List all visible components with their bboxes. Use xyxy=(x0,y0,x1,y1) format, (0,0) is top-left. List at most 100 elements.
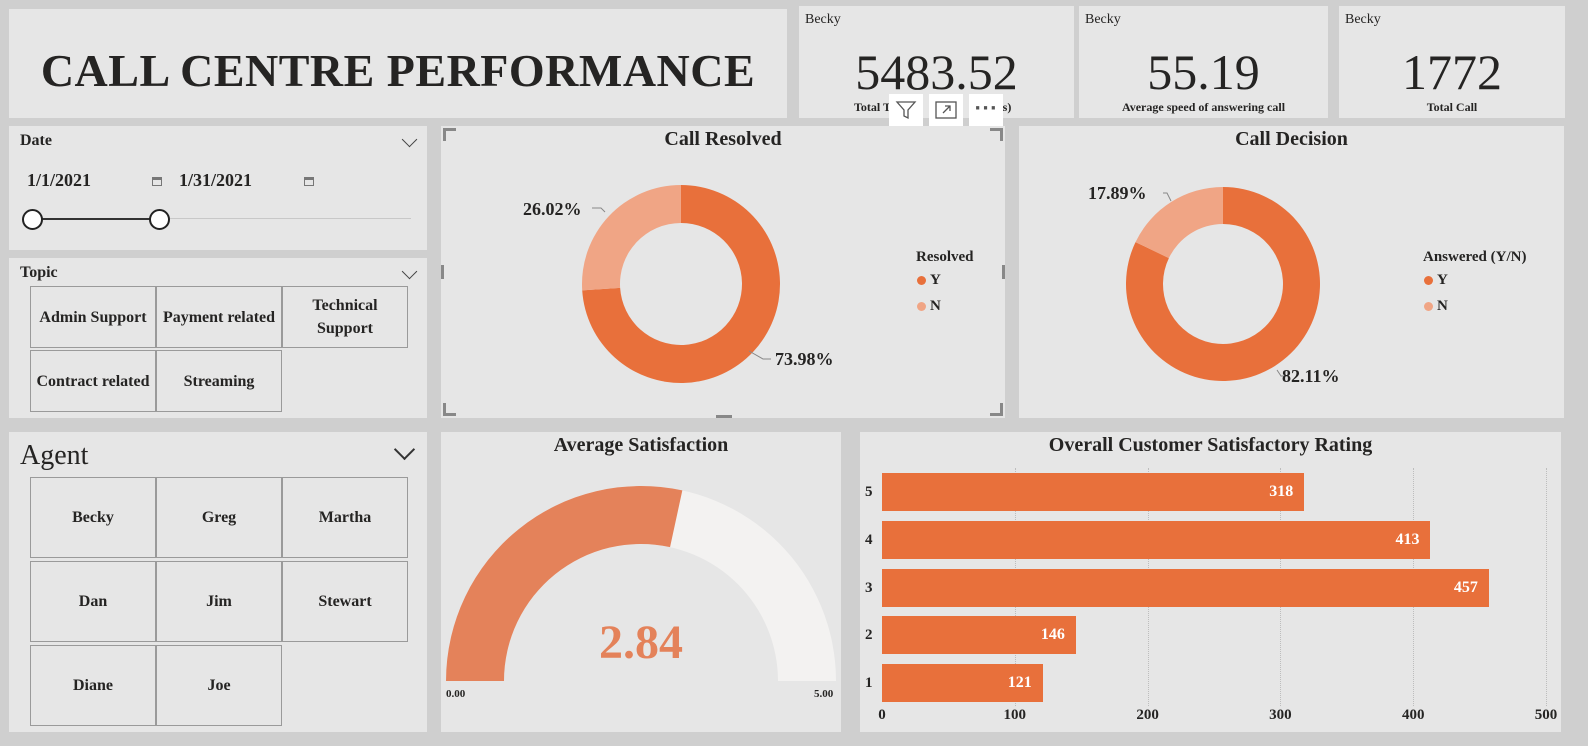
agent-slicer: Agent Becky Greg Martha Dan Jim Stewart … xyxy=(9,432,427,732)
x-axis-tick-label: 200 xyxy=(1136,707,1159,723)
agent-tile[interactable]: Diane xyxy=(30,645,156,726)
bar-data-label: 413 xyxy=(1395,531,1420,548)
bar[interactable] xyxy=(882,569,1489,607)
gridline xyxy=(1546,468,1547,706)
topic-tile[interactable]: Technical Support xyxy=(282,286,408,348)
legend-dot xyxy=(1424,302,1433,311)
focus-mode-icon xyxy=(935,101,957,119)
kpi-agent-label: Becky xyxy=(1345,12,1381,27)
agent-tile[interactable]: Joe xyxy=(156,645,282,726)
more-options-button[interactable]: ··· xyxy=(969,94,1003,126)
chevron-down-icon[interactable] xyxy=(401,263,418,280)
data-label-n: 26.02% xyxy=(523,199,582,219)
kpi-agent-label: Becky xyxy=(1085,12,1121,27)
kpi-value: 5483.52 xyxy=(855,44,1018,100)
bar-data-label: 318 xyxy=(1269,483,1294,500)
date-slider-end-handle[interactable] xyxy=(149,209,170,230)
agent-slicer-title: Agent xyxy=(20,440,89,471)
topic-tile[interactable]: Contract related xyxy=(30,350,156,412)
resize-handle[interactable] xyxy=(716,415,732,418)
date-start-input[interactable]: 1/1/2021 xyxy=(27,170,91,191)
topic-tile[interactable]: Streaming xyxy=(156,350,282,412)
resize-handle[interactable] xyxy=(1002,265,1005,279)
focus-mode-button[interactable] xyxy=(929,94,963,126)
rating-bar-visual[interactable]: Overall Customer Satisfactory Rating 5 31… xyxy=(860,432,1561,732)
y-axis-label: 4 xyxy=(865,532,873,548)
title-panel: CALL CENTRE PERFORMANCE xyxy=(9,9,787,118)
legend-label: N xyxy=(930,298,941,314)
legend-label: Y xyxy=(930,272,941,288)
selection-corner xyxy=(990,403,1003,416)
bar-data-label: 146 xyxy=(1040,626,1065,643)
data-label-n: 17.89% xyxy=(1088,183,1147,203)
legend-item-n[interactable]: N xyxy=(1424,298,1448,315)
call-resolved-visual[interactable]: Call Resolved 26.02% 73.98% Resolved Y N xyxy=(441,126,1005,418)
kpi-agent-label: Becky xyxy=(805,12,841,27)
chevron-down-icon[interactable] xyxy=(393,438,416,461)
call-decision-visual[interactable]: Call Decision 17.89% 82.11% Answered (Y/… xyxy=(1019,126,1564,418)
x-axis-tick-label: 0 xyxy=(878,707,886,723)
agent-tile[interactable]: Dan xyxy=(30,561,156,642)
donut-slice-n[interactable] xyxy=(582,185,681,291)
y-axis-label: 5 xyxy=(865,484,873,500)
page-title: CALL CENTRE PERFORMANCE xyxy=(40,45,756,96)
legend-item-y[interactable]: Y xyxy=(1424,272,1448,289)
gauge-max-label: 5.00 xyxy=(814,688,834,700)
bar-data-label: 457 xyxy=(1453,579,1478,596)
agent-tile[interactable]: Martha xyxy=(282,477,408,558)
leader-line xyxy=(592,207,606,213)
legend-title: Resolved xyxy=(916,249,974,265)
kpi-answer-speed[interactable]: Becky 55.19 Average speed of answering c… xyxy=(1079,6,1328,118)
date-slicer-title: Date xyxy=(20,132,52,149)
leader-line xyxy=(1163,192,1172,202)
kpi-total-call[interactable]: Becky 1772 Total Call xyxy=(1339,6,1565,118)
legend-item-n[interactable]: N xyxy=(917,298,941,315)
legend-item-y[interactable]: Y xyxy=(917,272,941,289)
agent-tile[interactable]: Becky xyxy=(30,477,156,558)
data-label-y: 73.98% xyxy=(775,349,834,369)
selection-corner xyxy=(990,128,1003,141)
legend-label: Y xyxy=(1437,272,1448,288)
y-axis-label: 2 xyxy=(865,627,873,643)
agent-tile[interactable]: Stewart xyxy=(282,561,408,642)
calendar-icon[interactable] xyxy=(152,177,162,186)
x-axis-tick-label: 500 xyxy=(1534,707,1558,723)
gauge-chart xyxy=(446,486,836,681)
bar[interactable] xyxy=(882,473,1305,511)
legend-dot xyxy=(917,276,926,285)
agent-tile[interactable]: Jim xyxy=(156,561,282,642)
date-slider-start-handle[interactable] xyxy=(22,209,43,230)
legend-label: N xyxy=(1437,298,1448,314)
x-axis-tick-label: 100 xyxy=(1003,707,1027,723)
resize-handle[interactable] xyxy=(441,265,444,279)
date-slider-range xyxy=(33,218,159,220)
bar-data-label: 121 xyxy=(1007,674,1032,691)
filter-icon xyxy=(895,101,917,120)
x-axis-tick-label: 400 xyxy=(1401,707,1425,723)
agent-tile[interactable]: Greg xyxy=(156,477,282,558)
avg-satisfaction-visual[interactable]: Average Satisfaction 2.84 0.00 5.00 xyxy=(441,432,841,732)
topic-tile[interactable]: Admin Support xyxy=(30,286,156,348)
selection-corner xyxy=(443,128,456,141)
kpi-label: Total Call xyxy=(1426,100,1478,114)
donut-slice-n[interactable] xyxy=(1135,187,1223,259)
selection-corner xyxy=(443,403,456,416)
filter-button[interactable] xyxy=(889,94,923,126)
topic-tile[interactable]: Payment related xyxy=(156,286,282,348)
legend-dot xyxy=(917,302,926,311)
chevron-down-icon[interactable] xyxy=(401,131,418,148)
calendar-icon[interactable] xyxy=(304,177,314,186)
kpi-value: 55.19 xyxy=(1147,44,1260,100)
legend-dot xyxy=(1424,276,1433,285)
kpi-label-left: Total T xyxy=(854,100,892,114)
date-slicer: Date 1/1/2021 1/31/2021 xyxy=(9,126,427,250)
y-axis-label: 1 xyxy=(865,675,873,691)
more-options-icon: ··· xyxy=(974,97,998,119)
bar-plot-area: 5 318 4 413 3 457 2 146 1 121 0 100 200 300 400 500 xyxy=(860,432,1561,732)
legend-title: Answered (Y/N) xyxy=(1423,249,1527,265)
kpi-value: 1772 xyxy=(1402,44,1502,100)
bar[interactable] xyxy=(882,521,1431,559)
date-end-input[interactable]: 1/31/2021 xyxy=(179,170,252,191)
y-axis-label: 3 xyxy=(865,580,873,596)
data-label-y: 82.11% xyxy=(1282,366,1340,386)
